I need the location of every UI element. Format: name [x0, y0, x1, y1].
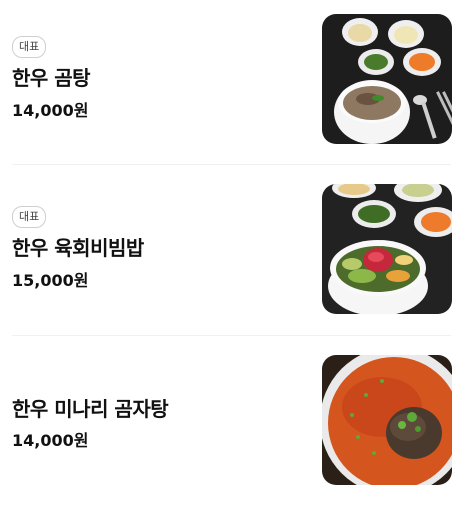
menu-list: 대표 한우 곰탕 14,000원 대표 한우 육회비빔밥 15,000원 한우 … — [0, 0, 461, 497]
menu-item-price: 15,000원 — [12, 271, 89, 290]
menu-item-photo — [322, 14, 452, 144]
menu-item-photo — [322, 355, 452, 485]
menu-item-photo — [322, 184, 452, 314]
signature-badge: 대표 — [12, 206, 47, 228]
menu-item-price: 14,000원 — [12, 431, 89, 450]
menu-item-hanwoo-minari-gomjatang[interactable]: 한우 미나리 곰자탕 14,000원 — [0, 341, 461, 511]
menu-item-name: 한우 육회비빔밥 — [12, 236, 144, 260]
menu-item-name: 한우 미나리 곰자탕 — [12, 397, 169, 421]
item-divider — [12, 335, 451, 336]
menu-item-hanwoo-yukhoe-bibimbap[interactable]: 대표 한우 육회비빔밥 15,000원 — [0, 170, 461, 340]
menu-item-hanwoo-gomtang[interactable]: 대표 한우 곰탕 14,000원 — [0, 0, 461, 170]
menu-item-price: 14,000원 — [12, 101, 89, 120]
signature-badge: 대표 — [12, 36, 47, 58]
item-divider — [12, 164, 451, 165]
menu-item-name: 한우 곰탕 — [12, 66, 91, 90]
